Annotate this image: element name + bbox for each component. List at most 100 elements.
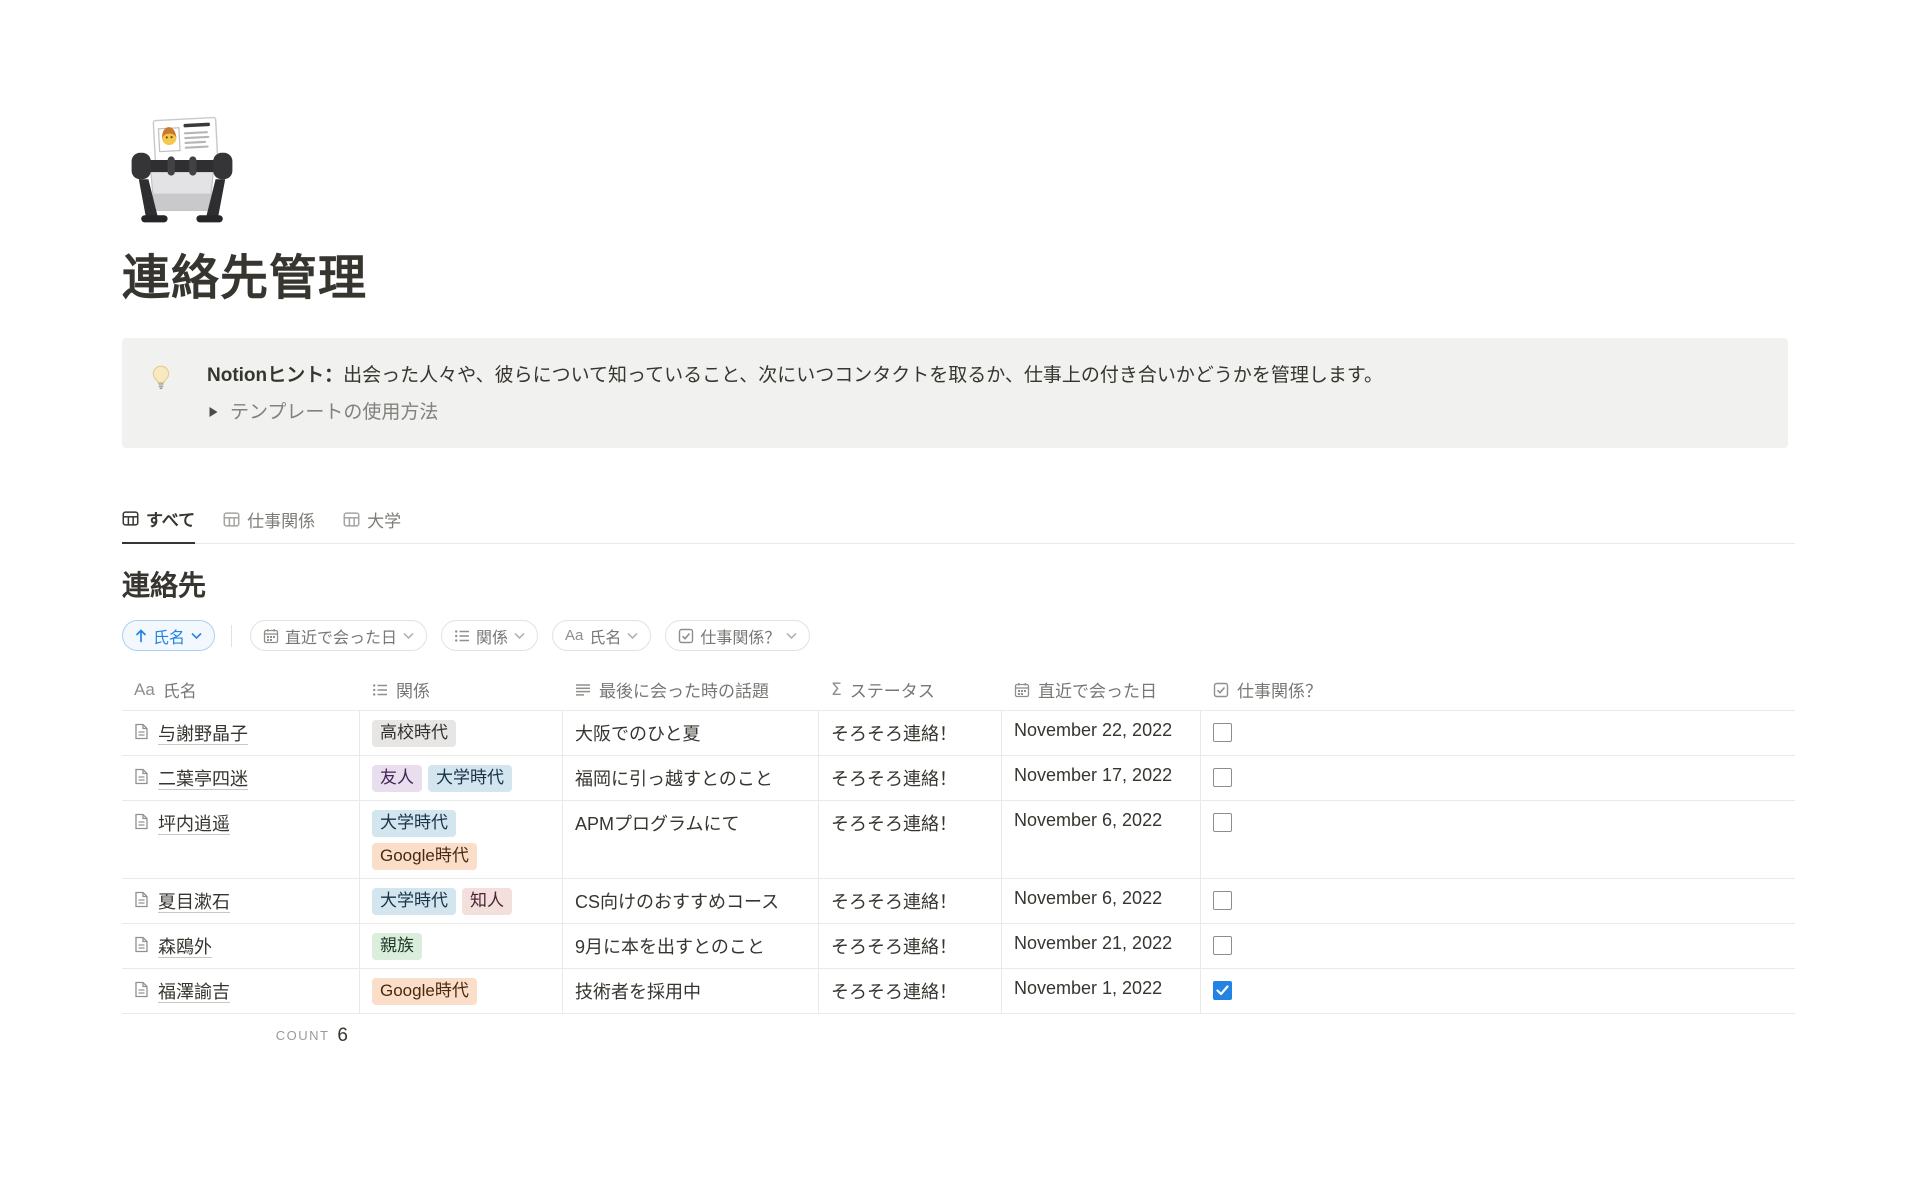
name-cell[interactable]: 二葉亭四迷 xyxy=(122,756,360,800)
hint-text: Notionヒント：出会った人々や、彼らについて知っていること、次にいつコンタク… xyxy=(207,362,1383,390)
checkbox-unchecked[interactable] xyxy=(1213,768,1232,787)
hint-callout: Notionヒント：出会った人々や、彼らについて知っていること、次にいつコンタク… xyxy=(122,338,1788,448)
light-bulb-icon xyxy=(148,364,174,390)
topic-cell[interactable]: 福岡に引っ越すとのこと xyxy=(563,756,819,800)
tag[interactable]: Google時代 xyxy=(372,843,477,870)
relation-cell[interactable]: 高校時代 xyxy=(360,711,563,755)
table-header-row: Aa 氏名 関係 最後に会った時の話題 Σ ステータス 直近で会った日 仕事関係… xyxy=(122,671,1795,711)
card-index-icon[interactable] xyxy=(122,112,242,232)
page-doc-icon xyxy=(134,936,150,953)
relation-cell[interactable]: Google時代 xyxy=(360,969,563,1013)
checkbox-unchecked[interactable] xyxy=(1213,936,1232,955)
table-row: 森鴎外 親族 9月に本を出すとのこと そろそろ連絡！ November 21, … xyxy=(122,924,1795,969)
aa-icon: Aa xyxy=(565,627,583,644)
topic-cell[interactable]: 技術者を採用中 xyxy=(563,969,819,1013)
column-header-label: 関係 xyxy=(396,677,430,702)
table-body: 与謝野晶子 高校時代 大阪でのひと夏 そろそろ連絡！ November 22, … xyxy=(122,711,1795,1014)
relation-cell[interactable]: 親族 xyxy=(360,924,563,968)
name-cell[interactable]: 福澤諭吉 xyxy=(122,969,360,1013)
tag[interactable]: 知人 xyxy=(462,888,512,915)
filter-chip-1[interactable]: 関係 xyxy=(441,620,538,651)
date-cell[interactable]: November 21, 2022 xyxy=(1002,924,1201,968)
text-icon xyxy=(575,682,591,698)
view-tabs: すべて仕事関係 大学 xyxy=(122,506,1795,544)
tab-all[interactable]: すべて xyxy=(122,506,195,544)
column-header[interactable]: 関係 xyxy=(360,671,563,710)
tag[interactable]: Google時代 xyxy=(372,978,477,1005)
checkbox-unchecked[interactable] xyxy=(1213,813,1232,832)
name-cell[interactable]: 坪内逍遥 xyxy=(122,801,360,878)
table-view-icon xyxy=(122,510,139,527)
calendar-icon xyxy=(1014,682,1030,698)
tag[interactable]: 大学時代 xyxy=(428,765,512,792)
table-row: 福澤諭吉 Google時代 技術者を採用中 そろそろ連絡！ November 1… xyxy=(122,969,1795,1014)
filter-chip-label: 直近で会った日 xyxy=(285,624,397,648)
chevron-down-icon xyxy=(786,632,797,640)
chevron-down-icon xyxy=(403,632,414,640)
date-cell[interactable]: November 22, 2022 xyxy=(1002,711,1201,755)
name-cell[interactable]: 与謝野晶子 xyxy=(122,711,360,755)
notion-page: 連絡先管理 Notionヒント：出会った人々や、彼らについて知っていること、次に… xyxy=(122,112,1795,1058)
topic-cell[interactable]: CS向けのおすすめコース xyxy=(563,879,819,923)
count-value: 6 xyxy=(337,1025,348,1047)
tag[interactable]: 大学時代 xyxy=(372,810,456,837)
status-cell: そろそろ連絡！ xyxy=(819,801,1002,878)
relation-cell[interactable]: 大学時代 Google時代 xyxy=(360,801,563,878)
tab-university[interactable]: 大学 xyxy=(343,506,401,544)
column-header[interactable]: 直近で会った日 xyxy=(1002,671,1201,710)
relation-cell[interactable]: 友人大学時代 xyxy=(360,756,563,800)
checkbox-icon xyxy=(1213,682,1229,698)
contacts-table: Aa 氏名 関係 最後に会った時の話題 Σ ステータス 直近で会った日 仕事関係… xyxy=(122,671,1795,1058)
contact-name[interactable]: 福澤諭吉 xyxy=(158,978,230,1004)
column-header[interactable]: Aa 氏名 xyxy=(122,671,360,710)
work-relation-cell xyxy=(1201,756,1795,800)
date-cell[interactable]: November 1, 2022 xyxy=(1002,969,1201,1013)
contact-name[interactable]: 夏目漱石 xyxy=(158,888,230,914)
name-cell[interactable]: 夏目漱石 xyxy=(122,879,360,923)
filter-chip-label: 氏名 xyxy=(589,624,621,648)
table-row: 坪内逍遥 大学時代 Google時代 APMプログラムにて そろそろ連絡！ Nov… xyxy=(122,801,1795,879)
column-header-label: ステータス xyxy=(850,677,935,702)
checkbox-unchecked[interactable] xyxy=(1213,723,1232,742)
contact-name[interactable]: 二葉亭四迷 xyxy=(158,765,248,791)
filter-divider xyxy=(231,625,232,647)
date-cell[interactable]: November 6, 2022 xyxy=(1002,801,1201,878)
template-usage-toggle[interactable]: テンプレートの使用方法 xyxy=(207,399,1383,427)
status-cell: そろそろ連絡！ xyxy=(819,756,1002,800)
column-header-label: 直近で会った日 xyxy=(1038,677,1157,702)
work-relation-cell xyxy=(1201,969,1795,1013)
page-doc-icon xyxy=(134,768,150,785)
filter-chip-label: 関係 xyxy=(476,624,508,648)
filter-chip-0[interactable]: 直近で会った日 xyxy=(250,620,427,651)
tag[interactable]: 友人 xyxy=(372,765,422,792)
name-cell[interactable]: 森鴎外 xyxy=(122,924,360,968)
column-header[interactable]: 最後に会った時の話題 xyxy=(563,671,819,710)
chevron-down-icon xyxy=(191,632,202,640)
count-label[interactable]: COUNT xyxy=(276,1028,330,1043)
column-header[interactable]: Σ ステータス xyxy=(819,671,1002,710)
sort-chip[interactable]: 氏名 xyxy=(122,620,215,651)
tag[interactable]: 親族 xyxy=(372,933,422,960)
relation-cell[interactable]: 大学時代知人 xyxy=(360,879,563,923)
filter-chip-3[interactable]: 仕事関係？ xyxy=(665,620,810,651)
tag[interactable]: 大学時代 xyxy=(372,888,456,915)
work-relation-cell xyxy=(1201,711,1795,755)
topic-cell[interactable]: APMプログラムにて xyxy=(563,801,819,878)
tab-label: 大学 xyxy=(367,507,401,532)
checkbox-checked[interactable] xyxy=(1213,981,1232,1000)
contact-name[interactable]: 与謝野晶子 xyxy=(158,720,248,746)
date-cell[interactable]: November 6, 2022 xyxy=(1002,879,1201,923)
date-cell[interactable]: November 17, 2022 xyxy=(1002,756,1201,800)
tab-work[interactable]: 仕事関係 xyxy=(223,506,315,544)
checkbox-unchecked[interactable] xyxy=(1213,891,1232,910)
tag[interactable]: 高校時代 xyxy=(372,720,456,747)
filter-chip-label: 仕事関係？ xyxy=(700,624,780,648)
contact-name[interactable]: 坪内逍遥 xyxy=(158,810,230,836)
arrow-up-icon xyxy=(135,629,147,643)
topic-cell[interactable]: 9月に本を出すとのこと xyxy=(563,924,819,968)
topic-cell[interactable]: 大阪でのひと夏 xyxy=(563,711,819,755)
filter-chip-2[interactable]: Aa 氏名 xyxy=(552,620,651,651)
page-doc-icon xyxy=(134,891,150,908)
column-header[interactable]: 仕事関係？ xyxy=(1201,671,1795,710)
contact-name[interactable]: 森鴎外 xyxy=(158,933,212,959)
